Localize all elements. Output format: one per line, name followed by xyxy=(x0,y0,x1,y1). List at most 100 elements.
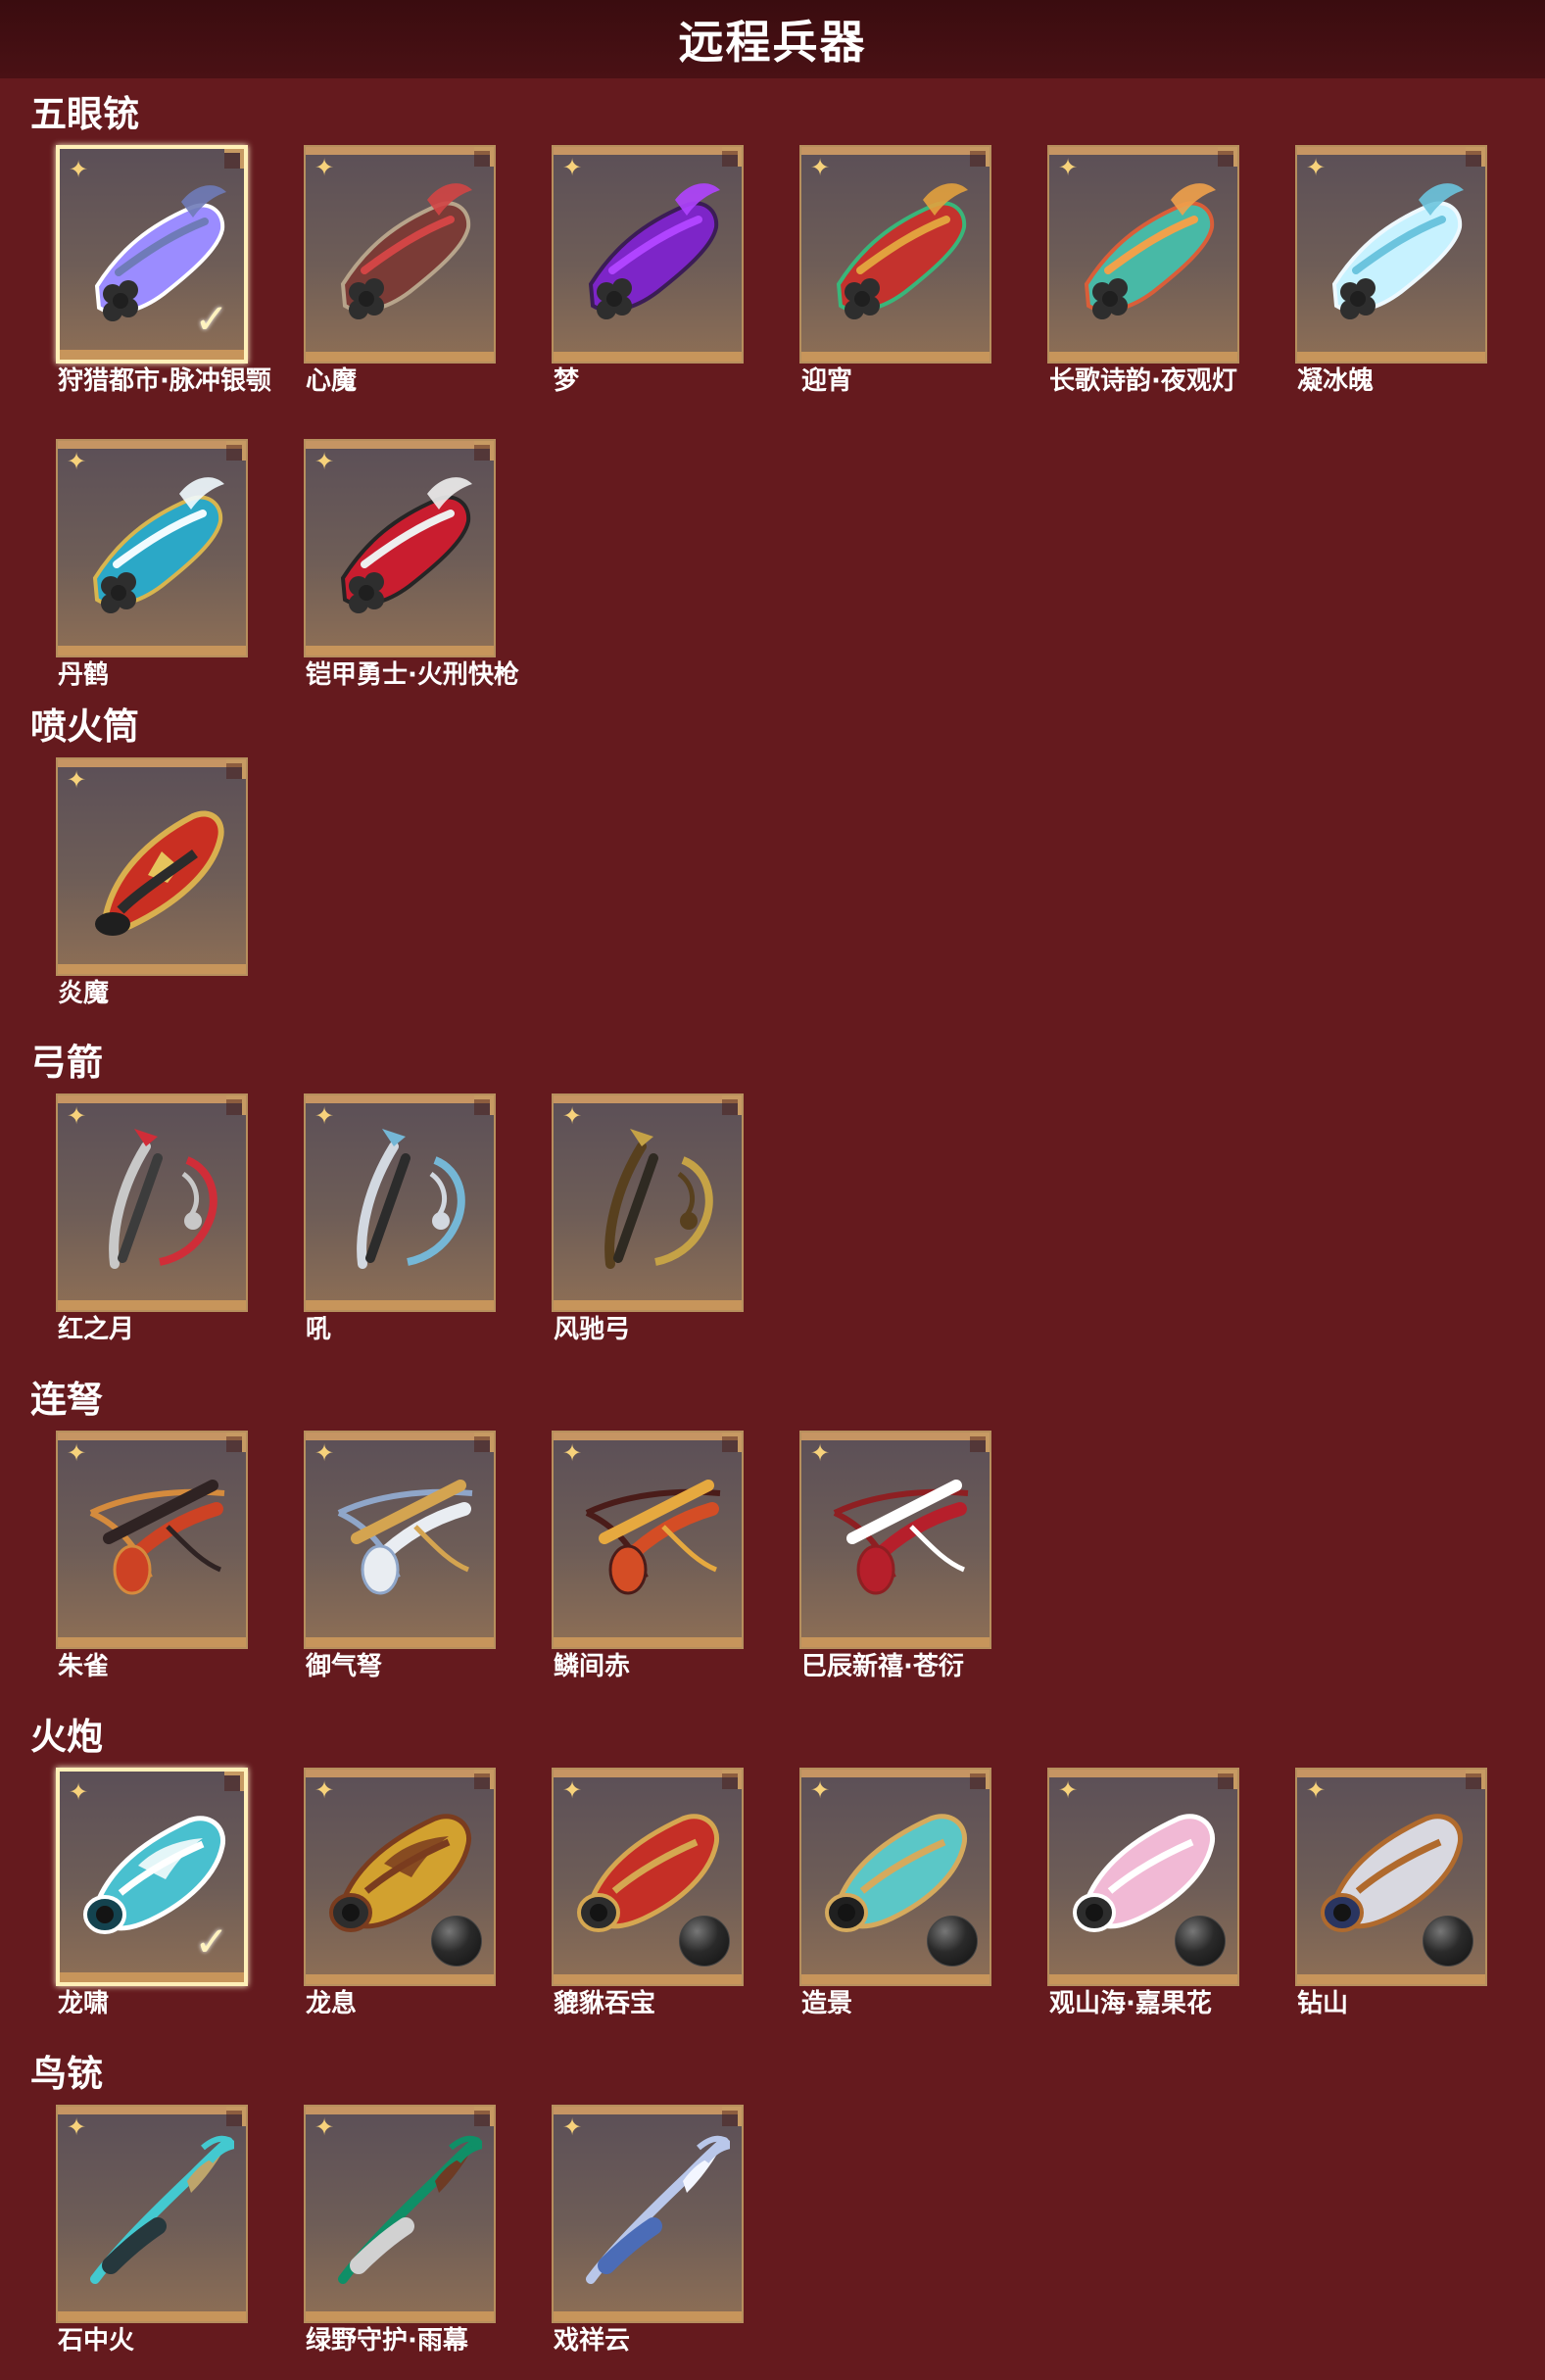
five-barrel-gun-icon xyxy=(1069,169,1226,330)
flamethrower-icon xyxy=(77,781,234,943)
card-corner-ornament xyxy=(226,1095,246,1115)
weapon-item[interactable]: ✦ 朱雀 xyxy=(56,1431,248,1681)
weapon-name: 凝冰魄 xyxy=(1297,366,1375,396)
weapon-item[interactable]: ✦ 造景 xyxy=(799,1768,991,2018)
weapon-card[interactable]: ✦ xyxy=(56,1431,248,1649)
weapon-item[interactable]: ✦ 戏祥云 xyxy=(552,2105,744,2356)
weapon-name: 鳞间赤 xyxy=(554,1652,631,1681)
weapon-name: 铠甲勇士·火刑快枪 xyxy=(306,660,519,690)
weapon-name: 钻山 xyxy=(1297,1989,1349,2018)
musket-icon xyxy=(325,2128,487,2290)
five-barrel-gun-icon xyxy=(325,462,482,624)
section-title: 五眼铳 xyxy=(30,93,139,135)
card-corner-ornament xyxy=(224,149,244,169)
weapon-item[interactable]: ✦ 巳辰新禧·苍衍 xyxy=(799,1431,991,1681)
weapon-card[interactable]: ✦ xyxy=(799,1768,991,1986)
weapon-item[interactable]: ✦ 龙息 xyxy=(304,1768,496,2018)
weapon-card[interactable]: ✦ xyxy=(552,1093,744,1312)
weapon-item[interactable]: ✦ 吼 xyxy=(304,1093,496,1344)
cannonball-icon xyxy=(1423,1916,1473,1967)
page-title: 远程兵器 xyxy=(678,16,867,69)
weapon-card[interactable]: ✦ xyxy=(799,1431,991,1649)
weapon-item[interactable]: ✦ 凝冰魄 xyxy=(1295,145,1487,396)
card-corner-ornament xyxy=(1218,1770,1237,1789)
checkmark-icon: ✓ xyxy=(194,1918,229,1966)
weapon-item[interactable]: ✦ 绿野守护·雨幕 xyxy=(304,2105,496,2356)
weapon-card[interactable]: ✦ xyxy=(552,2105,744,2323)
card-corner-ornament xyxy=(226,1433,246,1452)
weapon-card[interactable]: ✦ xyxy=(304,439,496,657)
weapon-item[interactable]: ✦ 御气弩 xyxy=(304,1431,496,1681)
five-barrel-gun-icon xyxy=(1317,169,1473,330)
card-corner-ornament xyxy=(970,1433,990,1452)
weapon-name: 巳辰新禧·苍衍 xyxy=(801,1652,964,1681)
weapon-item[interactable]: ✦ 心魔 xyxy=(304,145,496,396)
card-corner-ornament xyxy=(226,441,246,461)
weapon-item[interactable]: ✦ 钻山 xyxy=(1295,1768,1487,2018)
weapon-name: 绿野守护·雨幕 xyxy=(306,2326,468,2356)
weapon-item[interactable]: ✦ 鳞间赤 xyxy=(552,1431,744,1681)
five-barrel-gun-icon xyxy=(325,169,482,330)
weapon-name: 长歌诗韵·夜观灯 xyxy=(1049,366,1237,396)
weapon-card-selected[interactable]: ✦ ✓ xyxy=(56,145,248,364)
checkmark-icon: ✓ xyxy=(194,295,229,343)
card-corner-ornament xyxy=(474,1433,494,1452)
card-corner-ornament xyxy=(474,1770,494,1789)
weapon-card[interactable]: ✦ xyxy=(1047,145,1239,364)
weapon-item[interactable]: ✦ 丹鹤 xyxy=(56,439,248,690)
weapon-item[interactable]: ✦ 迎宵 xyxy=(799,145,991,396)
card-corner-ornament xyxy=(224,1772,244,1791)
card-corner-ornament xyxy=(474,2107,494,2126)
cannonball-icon xyxy=(1175,1916,1226,1967)
card-corner-ornament xyxy=(722,1433,742,1452)
card-corner-ornament xyxy=(970,1770,990,1789)
weapon-name: 炎魔 xyxy=(58,979,110,1008)
card-corner-ornament xyxy=(474,147,494,167)
weapon-item[interactable]: ✦ ✓ 龙啸 xyxy=(56,1768,248,2018)
weapon-name: 龙息 xyxy=(306,1989,358,2018)
weapon-name: 丹鹤 xyxy=(58,660,110,690)
card-corner-ornament xyxy=(1466,1770,1485,1789)
weapon-name: 梦 xyxy=(554,366,580,396)
card-corner-ornament xyxy=(722,2107,742,2126)
weapon-item[interactable]: ✦ 风驰弓 xyxy=(552,1093,744,1344)
weapon-card[interactable]: ✦ xyxy=(56,1093,248,1312)
crossbow-icon xyxy=(325,1454,482,1616)
weapon-card[interactable]: ✦ xyxy=(56,757,248,976)
weapon-card[interactable]: ✦ xyxy=(304,1768,496,1986)
weapon-item[interactable]: ✦ 红之月 xyxy=(56,1093,248,1344)
weapon-card[interactable]: ✦ xyxy=(552,1768,744,1986)
card-corner-ornament xyxy=(722,1095,742,1115)
section-title: 鸟铳 xyxy=(30,2053,103,2095)
weapon-item[interactable]: ✦ 观山海·嘉果花 xyxy=(1047,1768,1239,2018)
weapon-card[interactable]: ✦ xyxy=(304,1431,496,1649)
weapon-card[interactable]: ✦ xyxy=(304,2105,496,2323)
bow-icon xyxy=(77,1117,234,1279)
card-corner-ornament xyxy=(226,759,246,779)
weapon-item[interactable]: ✦ 貔貅吞宝 xyxy=(552,1768,744,2018)
weapon-card[interactable]: ✦ xyxy=(552,1431,744,1649)
weapon-item[interactable]: ✦ ✓ 狩猎都市·脉冲银颚 xyxy=(56,145,271,396)
musket-icon xyxy=(573,2128,735,2290)
weapon-card[interactable]: ✦ xyxy=(1047,1768,1239,1986)
weapon-card[interactable]: ✦ xyxy=(304,145,496,364)
weapon-card[interactable]: ✦ xyxy=(552,145,744,364)
weapon-card[interactable]: ✦ xyxy=(56,2105,248,2323)
weapon-card-selected[interactable]: ✦ ✓ xyxy=(56,1768,248,1986)
cannonball-icon xyxy=(679,1916,730,1967)
weapon-item[interactable]: ✦ 铠甲勇士·火刑快枪 xyxy=(304,439,519,690)
crossbow-icon xyxy=(77,1454,234,1616)
weapon-item[interactable]: ✦ 炎魔 xyxy=(56,757,248,1008)
card-corner-ornament xyxy=(474,1095,494,1115)
weapon-item[interactable]: ✦ 石中火 xyxy=(56,2105,248,2356)
card-corner-ornament xyxy=(1218,147,1237,167)
weapon-card[interactable]: ✦ xyxy=(1295,145,1487,364)
weapon-card[interactable]: ✦ xyxy=(799,145,991,364)
weapon-name: 戏祥云 xyxy=(554,2326,631,2356)
weapon-card[interactable]: ✦ xyxy=(304,1093,496,1312)
weapon-card[interactable]: ✦ xyxy=(56,439,248,657)
weapon-card[interactable]: ✦ xyxy=(1295,1768,1487,1986)
card-corner-ornament xyxy=(1466,147,1485,167)
weapon-item[interactable]: ✦ 长歌诗韵·夜观灯 xyxy=(1047,145,1239,396)
weapon-item[interactable]: ✦ 梦 xyxy=(552,145,744,396)
